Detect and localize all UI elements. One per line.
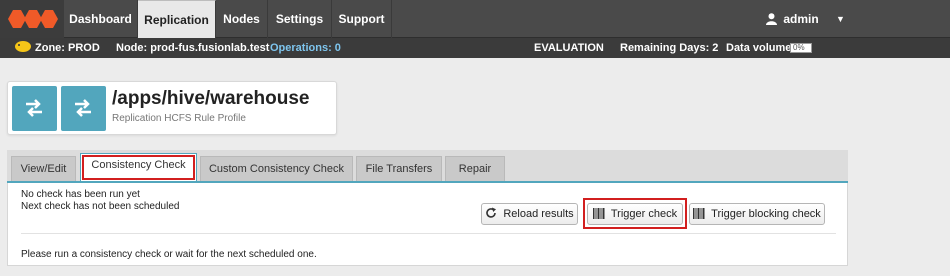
instruction-text: Please run a consistency check or wait f… [21, 249, 317, 260]
reload-results-button[interactable]: Reload results [481, 203, 578, 225]
user-icon [766, 13, 777, 25]
consistency-check-panel: No check has been run yet Next check has… [7, 183, 848, 266]
tab-file-transfers[interactable]: File Transfers [356, 156, 442, 181]
user-menu[interactable]: admin [766, 0, 819, 38]
barcode-icon [693, 208, 705, 219]
nav-settings[interactable]: Settings [268, 0, 332, 38]
data-volume-label: Data volume: [726, 42, 796, 54]
trigger-check-button[interactable]: Trigger check [587, 203, 683, 225]
page-title: /apps/hive/warehouse [112, 88, 310, 109]
trigger-blocking-check-label: Trigger blocking check [711, 208, 821, 220]
license-label: EVALUATION [534, 42, 604, 54]
trigger-check-label: Trigger check [610, 208, 678, 220]
username: admin [783, 12, 819, 26]
rule-profile-button[interactable] [61, 86, 106, 131]
tab-view-edit[interactable]: View/Edit [11, 156, 76, 181]
nav-support[interactable]: Support [332, 0, 392, 38]
refresh-icon [486, 207, 497, 218]
zone-label: Zone: PROD [35, 42, 100, 54]
reload-results-label: Reload results [503, 208, 574, 220]
schedule-status-text: Next check has not been scheduled [21, 201, 180, 212]
data-volume-value: 0% [793, 43, 805, 52]
tab-strip: View/Edit Consistency Check Custom Consi… [7, 150, 848, 182]
user-dropdown-icon[interactable]: ▼ [836, 0, 845, 38]
logo[interactable] [0, 0, 64, 38]
data-volume-bar: 0% [790, 43, 812, 53]
node-label: Node: prod-fus.fusionlab.test [116, 42, 270, 54]
brand-logo-icon [8, 10, 58, 28]
operations-link[interactable]: Operations: 0 [270, 38, 341, 58]
page-subtitle: Replication HCFS Rule Profile [112, 113, 246, 124]
zone-indicator: Zone: PROD [14, 38, 100, 58]
barcode-icon [592, 208, 605, 219]
swap-arrows-icon [26, 99, 42, 117]
nav-nodes[interactable]: Nodes [216, 0, 268, 38]
trigger-blocking-check-button[interactable]: Trigger blocking check [689, 203, 825, 225]
status-bar: Zone: PROD Node: prod-fus.fusionlab.test… [0, 38, 950, 58]
hadoop-elephant-icon [15, 41, 31, 52]
check-status-text: No check has been run yet [21, 189, 140, 200]
panel-divider [21, 233, 836, 234]
top-navbar: Dashboard Replication Nodes Settings Sup… [0, 0, 950, 38]
swap-arrows-icon [75, 99, 91, 117]
tab-consistency-check[interactable]: Consistency Check [80, 153, 197, 182]
replication-rule-button[interactable] [12, 86, 57, 131]
nav-dashboard[interactable]: Dashboard [64, 0, 138, 38]
rule-header-card: /apps/hive/warehouse Replication HCFS Ru… [7, 81, 337, 135]
tab-repair[interactable]: Repair [445, 156, 505, 181]
nav-replication[interactable]: Replication [138, 0, 216, 38]
tab-custom-consistency-check[interactable]: Custom Consistency Check [200, 156, 353, 181]
remaining-days-label: Remaining Days: 2 [620, 42, 719, 54]
